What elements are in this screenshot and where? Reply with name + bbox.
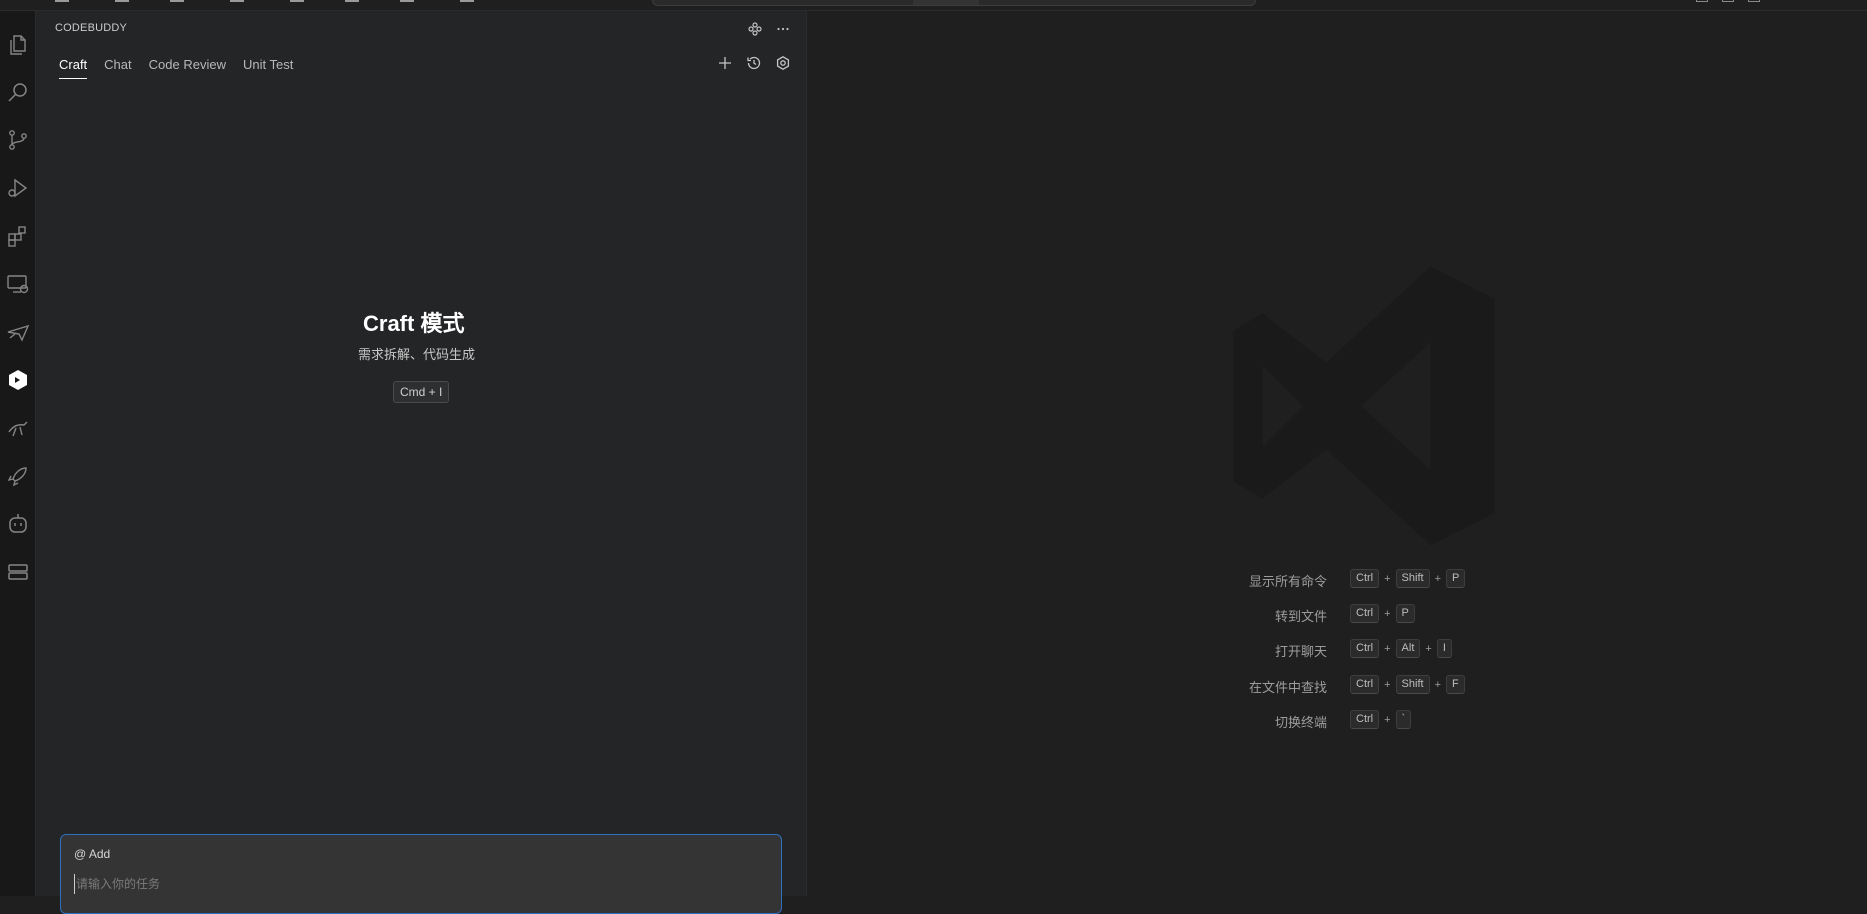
key: Ctrl	[1350, 710, 1380, 729]
codebuddy-panel: CODEBUDDY Craft Chat Code Review Unit Te…	[36, 11, 807, 914]
shortcut-label: 显示所有命令	[1248, 574, 1327, 589]
title-bar	[0, 0, 1867, 11]
editor-area: 显示所有命令 Ctrl + Shift + P 转到文件 Ctrl + P 打开聊天 …	[808, 11, 1867, 896]
stack-icon[interactable]	[0, 552, 36, 592]
add-context-button[interactable]: @ Add	[74, 847, 110, 861]
kangaroo-icon[interactable]	[0, 408, 36, 448]
tab-craft[interactable]: Craft	[59, 57, 88, 79]
shortcut-row: 打开聊天 Ctrl + Alt + I	[808, 639, 1867, 659]
tab-actions	[716, 54, 792, 72]
explorer-icon[interactable]	[0, 25, 36, 65]
task-input-box: @ Add	[60, 834, 782, 914]
mode-tabs: Craft Chat Code Review Unit Test	[59, 57, 310, 79]
activity-bar	[0, 11, 36, 896]
shortcut-row: 在文件中查找 Ctrl + Shift + F	[808, 675, 1867, 695]
key: Ctrl	[1350, 569, 1380, 588]
key: Ctrl	[1350, 675, 1380, 694]
tab-code-review[interactable]: Code Review	[149, 57, 226, 79]
shortcut-label: 在文件中查找	[1248, 680, 1327, 695]
tab-unit-test[interactable]: Unit Test	[243, 57, 293, 79]
panel-title: CODEBUDDY	[55, 22, 128, 34]
shortcut-row: 显示所有命令 Ctrl + Shift + P	[808, 569, 1867, 589]
craft-title: Craft 模式	[363, 311, 465, 336]
tab-chat[interactable]: Chat	[104, 57, 131, 79]
key: Ctrl	[1350, 604, 1380, 623]
key: Shift	[1395, 675, 1430, 694]
codebuddy-icon[interactable]	[0, 360, 36, 400]
new-chat-icon[interactable]	[716, 54, 734, 72]
shortcut-row: 转到文件 Ctrl + P	[808, 604, 1867, 624]
key: P	[1446, 569, 1466, 588]
panel-actions	[746, 20, 792, 38]
settings-icon[interactable]	[774, 54, 792, 72]
craft-subtitle: 需求拆解、代码生成	[358, 347, 476, 362]
shortcut-row: 切换终端 Ctrl + `	[808, 710, 1867, 730]
history-icon[interactable]	[745, 54, 763, 72]
shortcut-label: 打开聊天	[1274, 644, 1327, 659]
task-input[interactable]	[74, 874, 764, 894]
source-control-icon[interactable]	[0, 120, 36, 160]
shortcut-label: 切换终端	[1274, 715, 1327, 730]
craft-shortcut: Cmd + I	[393, 381, 450, 403]
run-debug-icon[interactable]	[0, 168, 36, 208]
remote-explorer-icon[interactable]	[0, 264, 36, 304]
rocket-icon[interactable]	[0, 456, 36, 496]
plane-icon[interactable]	[0, 312, 36, 352]
extensions-icon[interactable]	[0, 216, 36, 256]
key: Alt	[1395, 639, 1421, 658]
more-actions-icon[interactable]	[774, 20, 792, 38]
key: P	[1395, 604, 1415, 623]
shortcut-label: 转到文件	[1274, 609, 1327, 624]
key: Shift	[1395, 569, 1430, 588]
key: I	[1436, 639, 1452, 658]
key: Ctrl	[1350, 639, 1380, 658]
key: `	[1395, 710, 1412, 729]
vscode-logo-icon	[1233, 266, 1495, 546]
command-center-search[interactable]	[652, 0, 1256, 6]
move-panel-icon[interactable]	[746, 20, 764, 38]
search-icon[interactable]	[0, 72, 36, 112]
robot-icon[interactable]	[0, 504, 36, 544]
key: F	[1446, 675, 1465, 694]
